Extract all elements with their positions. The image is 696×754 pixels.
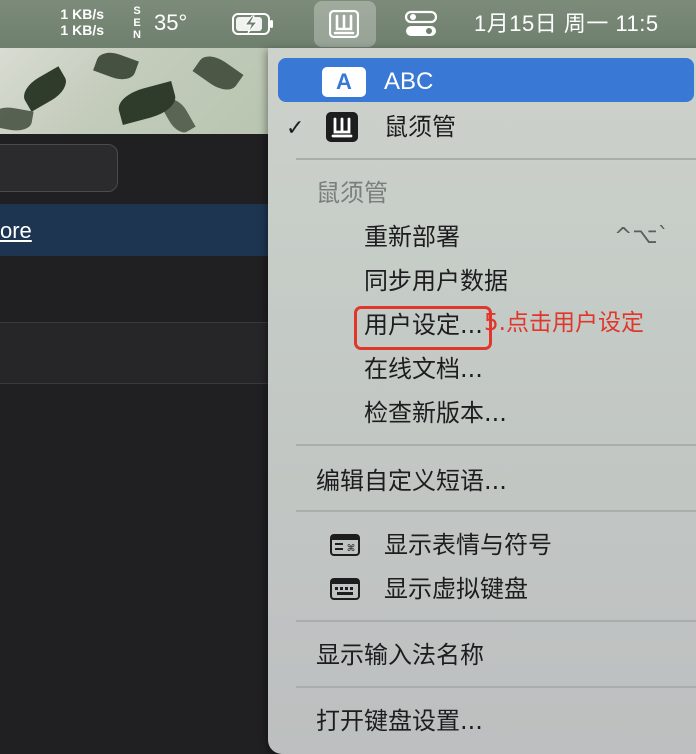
background-text-field[interactable] [0, 144, 118, 192]
sensor-letter: S [133, 5, 141, 17]
background-panel [0, 322, 268, 384]
shuxuguan-icon [329, 10, 359, 38]
menu-bar-clock[interactable]: 1月15日 周一 11:5 [474, 10, 659, 38]
menu-bar: 1 KB/s 1 KB/s S E N 35° 1月15日 周一 11:5 [0, 0, 696, 48]
menu-item-shuxuguan[interactable]: 鼠须管 [384, 112, 456, 142]
menu-item-sync-user-data[interactable]: 同步用户数据 [364, 266, 508, 296]
sensor-letter: N [133, 29, 141, 41]
menu-separator [296, 620, 696, 622]
menu-item-check-update[interactable]: 检查新版本... [364, 398, 507, 428]
annotation-step-text: 5.点击用户设定 [484, 310, 644, 336]
menu-item-open-keyboard-settings[interactable]: 打开键盘设置... [316, 706, 483, 736]
wallpaper-photo [0, 48, 268, 134]
checkmark-icon: ✓ [286, 116, 305, 141]
battery-charging-icon[interactable] [232, 13, 274, 35]
menu-separator [296, 158, 696, 160]
menu-separator [296, 510, 696, 512]
emoji-viewer-icon: ⌘ [330, 534, 360, 556]
menu-item-edit-custom-phrases[interactable]: 编辑自定义短语... [316, 466, 507, 496]
menu-item-abc-label: ABC [384, 68, 434, 95]
menu-separator [296, 444, 696, 446]
input-method-menu-button[interactable] [314, 1, 376, 47]
menu-item-redeploy[interactable]: 重新部署 [364, 222, 460, 252]
menu-item-show-ime-name[interactable]: 显示输入法名称 [316, 640, 484, 670]
input-method-dropdown-menu: A ABC ✓ 鼠须管 鼠须管 重新部署 ^⌥` 同步用户数据 用户设定... … [268, 48, 696, 754]
menu-separator [296, 686, 696, 688]
abc-input-source-icon: A [322, 67, 366, 97]
background-selected-row[interactable] [0, 204, 268, 256]
menu-item-show-emoji-symbols[interactable]: 显示表情与符号 [384, 530, 552, 560]
network-download-speed: 1 KB/s [60, 22, 104, 38]
menu-item-show-virtual-keyboard[interactable]: 显示虚拟键盘 [384, 574, 528, 604]
svg-text:⌘: ⌘ [347, 544, 356, 554]
annotation-highlight-box [354, 306, 492, 350]
control-center-icon[interactable] [404, 10, 438, 38]
network-upload-speed: 1 KB/s [60, 6, 104, 22]
background-app-window: ore [0, 134, 268, 754]
background-link[interactable]: ore [0, 218, 32, 244]
redeploy-shortcut: ^⌥` [614, 224, 669, 249]
sensor-letter: E [133, 17, 141, 29]
keyboard-viewer-icon [330, 578, 360, 600]
network-speed[interactable]: 1 KB/s 1 KB/s [44, 6, 104, 38]
menu-item-online-docs[interactable]: 在线文档... [364, 354, 483, 384]
shuxuguan-input-source-icon [326, 112, 358, 142]
menu-section-title: 鼠须管 [316, 179, 388, 207]
sensor-indicator[interactable]: S E N [130, 5, 144, 41]
temperature-readout[interactable]: 35° [154, 10, 187, 36]
